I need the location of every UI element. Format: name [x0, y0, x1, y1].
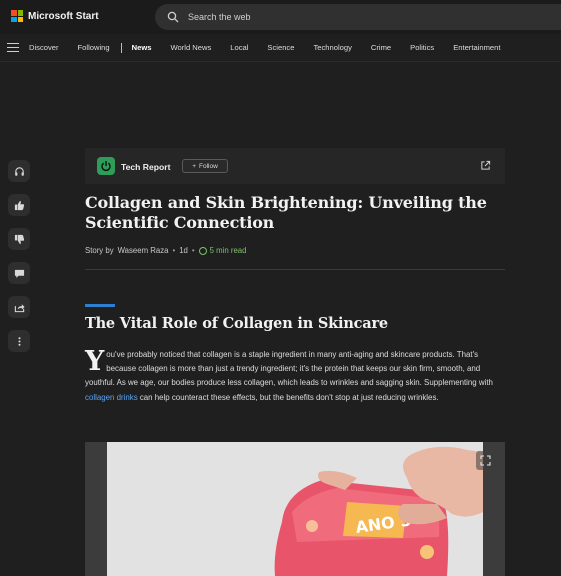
article-title: Collagen and Skin Brightening: Unveiling…: [85, 193, 487, 232]
section-heading: The Vital Role of Collagen in Skincare: [85, 315, 388, 332]
nav-item-news[interactable]: News: [132, 43, 152, 52]
microsoft-logo-icon: [11, 10, 23, 22]
article-byline: Story by Waseem Raza • 1d • 5 min read: [85, 246, 246, 255]
search-input[interactable]: Search the web: [188, 12, 251, 22]
action-rail: [8, 160, 30, 352]
headphones-icon: [14, 166, 24, 176]
top-bar: Microsoft Start Search the web: [0, 0, 561, 34]
article-paragraph: You've probably noticed that collagen is…: [85, 348, 505, 405]
follow-label: Follow: [199, 162, 218, 170]
article-hero-image[interactable]: ANO 5: [85, 442, 505, 576]
search-icon: [167, 11, 179, 23]
expand-icon[interactable]: [476, 451, 495, 470]
thumbs-down-icon: [14, 234, 24, 244]
dislike-button[interactable]: [8, 228, 30, 250]
divider: [85, 269, 505, 270]
image-frame-left: [85, 442, 107, 576]
nav-item-local[interactable]: Local: [230, 43, 248, 52]
share-button[interactable]: [8, 296, 30, 318]
nav-item-following[interactable]: Following: [78, 43, 110, 52]
clock-icon: [198, 246, 207, 255]
nav-item-discover[interactable]: Discover: [29, 43, 59, 52]
paragraph-text-start: ou've probably noticed that collagen is …: [85, 350, 493, 388]
external-link-icon[interactable]: [480, 160, 491, 171]
thumbs-up-icon: [14, 200, 24, 210]
byline-separator: •: [191, 246, 195, 255]
author-name[interactable]: Waseem Raza: [118, 246, 169, 255]
read-time: 5 min read: [198, 246, 247, 255]
read-time-label: 5 min read: [209, 246, 247, 255]
power-icon: [101, 161, 111, 172]
image-photo: ANO 5: [107, 442, 483, 576]
collagen-drinks-link[interactable]: collagen drinks: [85, 393, 138, 402]
nav-item-science[interactable]: Science: [267, 43, 294, 52]
publisher-bar: Tech Report + Follow: [85, 148, 505, 184]
listen-button[interactable]: [8, 160, 30, 182]
byline-prefix: Story by: [85, 246, 114, 255]
nav-item-world-news[interactable]: World News: [170, 43, 211, 52]
follow-button[interactable]: + Follow: [182, 159, 228, 173]
search-box[interactable]: Search the web: [155, 4, 561, 30]
comment-button[interactable]: [8, 262, 30, 284]
comment-icon: [14, 269, 24, 278]
plus-icon: +: [192, 162, 196, 170]
more-options-button[interactable]: [8, 330, 30, 352]
collagen-drink-photo: ANO 5: [107, 442, 483, 576]
article-age: 1d: [179, 246, 188, 255]
paragraph-text-end: can help counteract these effects, but t…: [137, 392, 439, 402]
share-icon: [14, 303, 25, 312]
menu-icon[interactable]: [7, 43, 19, 52]
publisher-logo-icon[interactable]: [97, 157, 115, 175]
nav-item-entertainment[interactable]: Entertainment: [453, 43, 500, 52]
like-button[interactable]: [8, 194, 30, 216]
nav-item-politics[interactable]: Politics: [410, 43, 434, 52]
nav-item-technology[interactable]: Technology: [313, 43, 351, 52]
nav-divider: [120, 42, 122, 53]
byline-separator: •: [172, 246, 176, 255]
publisher-name[interactable]: Tech Report: [121, 162, 171, 172]
brand-link[interactable]: Microsoft Start: [11, 10, 99, 22]
brand-name: Microsoft Start: [28, 10, 99, 22]
category-nav: Discover Following News World News Local…: [0, 34, 561, 62]
drop-cap: Y: [85, 346, 105, 377]
section-accent-bar: [85, 304, 115, 307]
more-icon: [17, 336, 21, 346]
nav-item-crime[interactable]: Crime: [371, 43, 391, 52]
